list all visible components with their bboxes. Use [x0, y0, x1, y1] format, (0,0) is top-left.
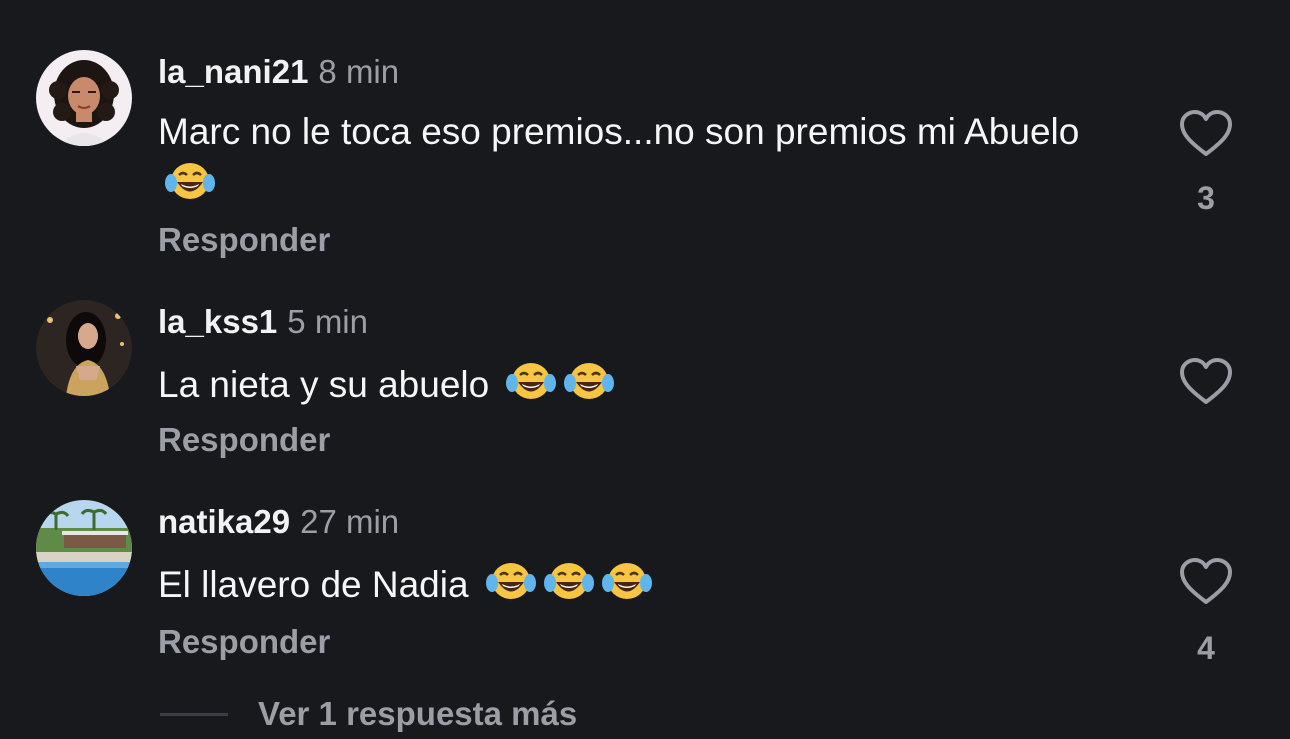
- avatar-image: [36, 500, 132, 596]
- reply-button[interactable]: Responder: [158, 420, 330, 460]
- view-more-replies-label: Ver 1 respuesta más: [258, 695, 578, 732]
- like-count: 3: [1197, 180, 1215, 216]
- like-count: 4: [1197, 630, 1215, 666]
- avatar[interactable]: [36, 500, 132, 596]
- comment-text-content: El llavero de Nadia: [158, 564, 469, 605]
- heart-outline-icon[interactable]: [1178, 108, 1234, 158]
- face-with-tears-of-joy-icon: [601, 563, 652, 599]
- comment-header: natika29 27 min: [158, 502, 399, 542]
- heart-outline-icon[interactable]: [1178, 356, 1234, 406]
- comment-text: La nieta y su abuelo: [158, 357, 1118, 410]
- username[interactable]: natika29: [158, 503, 290, 540]
- view-more-replies-button[interactable]: Ver 1 respuesta más: [160, 692, 577, 736]
- timestamp: 5 min: [287, 303, 368, 340]
- face-with-tears-of-joy-icon: [485, 563, 536, 599]
- avatar[interactable]: [36, 50, 132, 146]
- divider-line: [160, 712, 228, 716]
- avatar[interactable]: [36, 300, 132, 396]
- reply-button[interactable]: Responder: [158, 622, 330, 662]
- comment-header: la_kss1 5 min: [158, 302, 368, 342]
- comment-text-content: La nieta y su abuelo: [158, 364, 490, 405]
- face-with-tears-of-joy-icon: [506, 363, 557, 399]
- face-with-tears-of-joy-icon: [564, 363, 615, 399]
- comment-header: la_nani21 8 min: [158, 52, 399, 92]
- heart-outline-icon[interactable]: [1178, 556, 1234, 606]
- comment-text: El llavero de Nadia: [158, 557, 1118, 610]
- username[interactable]: la_kss1: [158, 303, 277, 340]
- face-with-tears-of-joy-icon: [165, 163, 215, 199]
- comment-text: Marc no le toca eso premios...no son pre…: [158, 107, 1118, 210]
- comment-text-content: Marc no le toca eso premios...no son pre…: [158, 111, 1080, 152]
- avatar-image: [36, 300, 132, 396]
- reply-button[interactable]: Responder: [158, 220, 330, 260]
- username[interactable]: la_nani21: [158, 53, 308, 90]
- timestamp: 27 min: [300, 503, 400, 540]
- timestamp: 8 min: [318, 53, 400, 90]
- avatar-image: [36, 50, 132, 146]
- face-with-tears-of-joy-icon: [543, 563, 594, 599]
